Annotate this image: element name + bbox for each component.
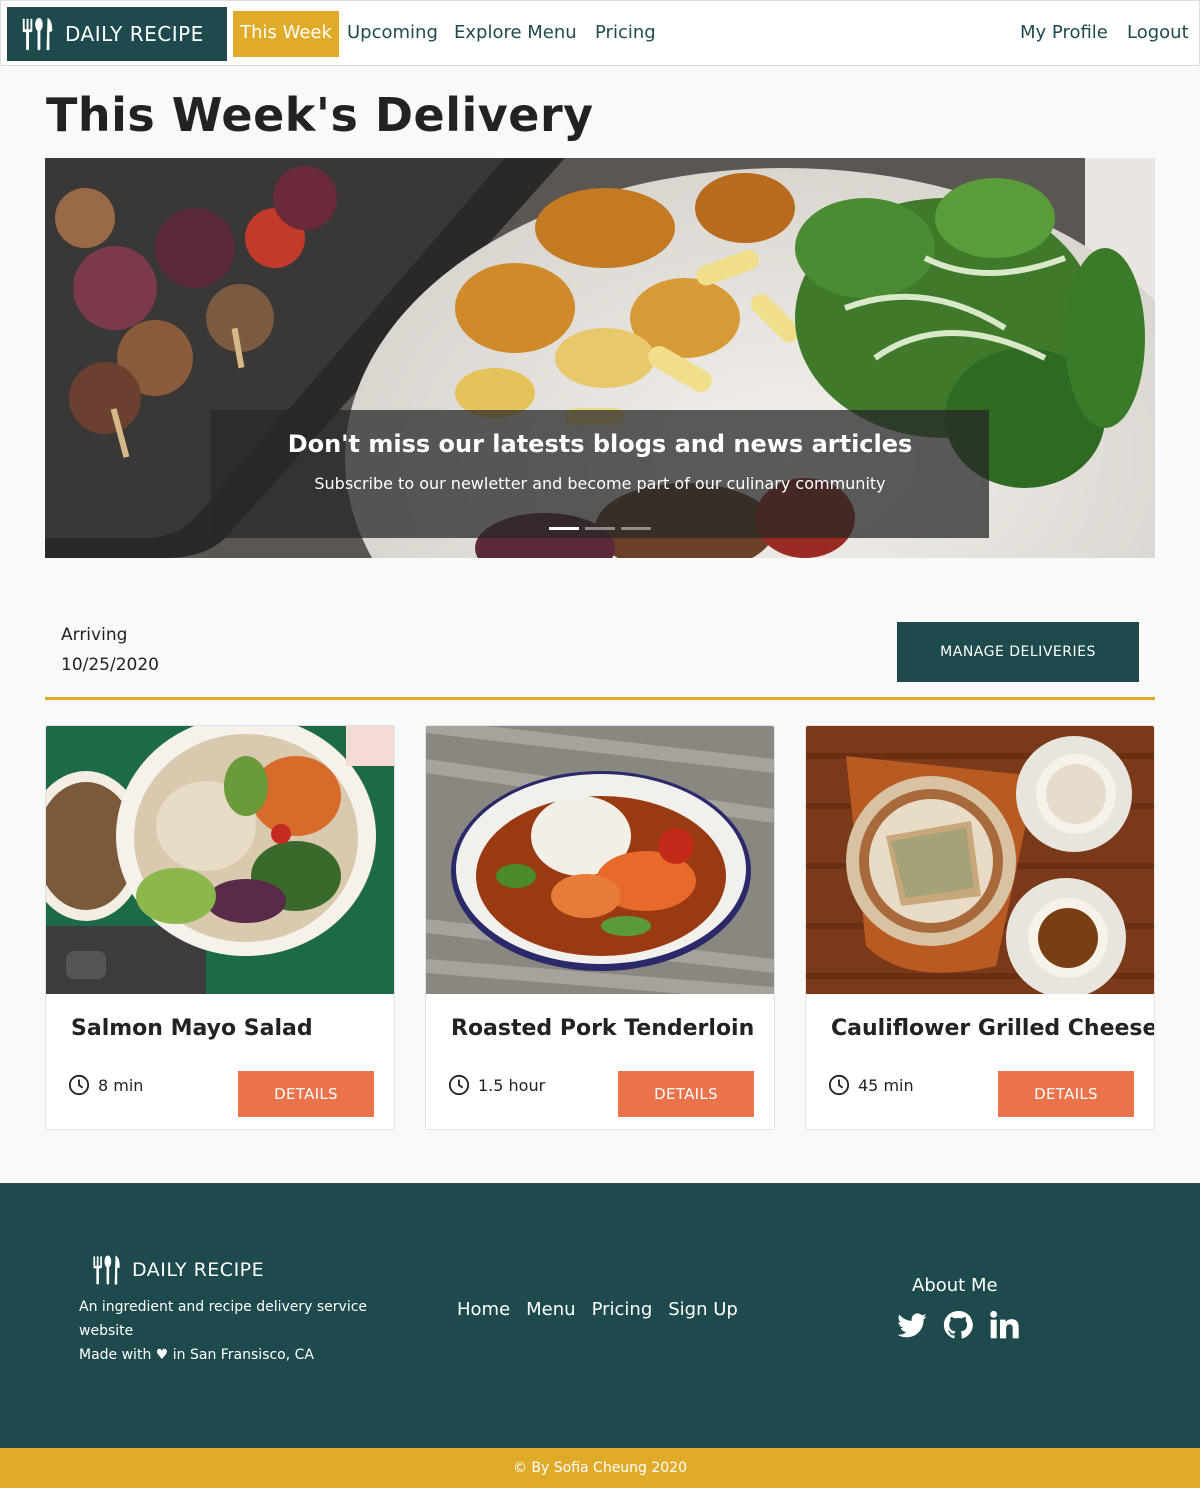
brand-text: DAILY RECIPE [65, 22, 204, 46]
copyright-bar: © By Sofia Cheung 2020 [0, 1448, 1200, 1488]
footer-social-links [896, 1309, 1020, 1341]
recipe-time: 1.5 hour [448, 1074, 545, 1096]
details-button[interactable]: DETAILS [238, 1071, 374, 1117]
brand-link[interactable]: DAILY RECIPE [7, 7, 227, 61]
recipe-time-text: 45 min [858, 1075, 914, 1095]
nav-upcoming[interactable]: Upcoming [339, 11, 446, 57]
recipe-title: Roasted Pork Tenderloin [451, 1016, 755, 1041]
hero-caption-subtitle: Subscribe to our newletter and become pa… [314, 474, 886, 493]
footer-link-home[interactable]: Home [457, 1299, 510, 1320]
nav-pricing[interactable]: Pricing [587, 11, 664, 57]
utensils-logo-icon [93, 1255, 120, 1285]
arriving-label: Arriving [61, 625, 128, 645]
carousel-indicator-2[interactable] [585, 527, 615, 530]
recipe-time-text: 8 min [98, 1075, 144, 1095]
footer-brand[interactable]: DAILY RECIPE [90, 1253, 264, 1287]
recipe-time: 8 min [68, 1074, 143, 1096]
manage-deliveries-button[interactable]: MANAGE DELIVERIES [897, 622, 1139, 682]
hero-caption-title: Don't miss our latests blogs and news ar… [287, 430, 913, 458]
recipe-card: Cauliflower Grilled Cheese 45 min DETAIL… [805, 725, 1155, 1130]
nav-explore-menu[interactable]: Explore Menu [446, 11, 585, 57]
footer-brand-text: DAILY RECIPE [132, 1259, 265, 1281]
footer-description-block: An ingredient and recipe delivery servic… [79, 1295, 389, 1367]
navbar: DAILY RECIPE This Week Upcoming Explore … [0, 0, 1200, 66]
recipe-card: Salmon Mayo Salad 8 min DETAILS [45, 725, 395, 1130]
footer-made-with: Made with ♥ in San Fransisco, CA [79, 1347, 314, 1363]
recipe-time-text: 1.5 hour [478, 1075, 546, 1095]
footer-description: An ingredient and recipe delivery servic… [79, 1299, 368, 1339]
carousel-indicator-1[interactable] [549, 527, 579, 530]
recipe-image-shrimp-stew [426, 726, 774, 994]
footer-about-me: About Me [912, 1275, 998, 1296]
hero-carousel[interactable]: Don't miss our latests blogs and news ar… [45, 158, 1155, 558]
footer-link-pricing[interactable]: Pricing [592, 1299, 653, 1320]
clock-icon [828, 1074, 850, 1096]
carousel-indicator-3[interactable] [621, 527, 651, 530]
footer: DAILY RECIPE An ingredient and recipe de… [0, 1183, 1200, 1448]
recipe-image-salad [46, 726, 394, 994]
details-button[interactable]: DETAILS [618, 1071, 754, 1117]
linkedin-icon[interactable] [988, 1309, 1020, 1341]
recipe-card: Roasted Pork Tenderloin 1.5 hour DETAILS [425, 725, 775, 1130]
arriving-date: 10/25/2020 [61, 655, 159, 675]
recipe-image-grilled-cheese [806, 726, 1154, 994]
clock-icon [68, 1074, 90, 1096]
recipe-time: 45 min [828, 1074, 914, 1096]
footer-link-sign-up[interactable]: Sign Up [668, 1299, 738, 1320]
carousel-indicators [549, 527, 651, 530]
nav-logout[interactable]: Logout [1119, 11, 1197, 57]
details-button[interactable]: DETAILS [998, 1071, 1134, 1117]
clock-icon [448, 1074, 470, 1096]
nav-my-profile[interactable]: My Profile [1012, 11, 1116, 57]
section-divider [45, 697, 1155, 700]
utensils-logo-icon [22, 17, 53, 51]
footer-links: Home Menu Pricing Sign Up [457, 1299, 738, 1320]
hero-caption: Don't miss our latests blogs and news ar… [211, 410, 989, 538]
recipe-title: Cauliflower Grilled Cheese [831, 1016, 1155, 1041]
page-title: This Week's Delivery [46, 88, 594, 142]
footer-link-menu[interactable]: Menu [526, 1299, 575, 1320]
twitter-icon[interactable] [896, 1309, 928, 1341]
recipe-title: Salmon Mayo Salad [71, 1016, 313, 1041]
nav-this-week[interactable]: This Week [233, 11, 339, 57]
github-icon[interactable] [942, 1309, 974, 1341]
